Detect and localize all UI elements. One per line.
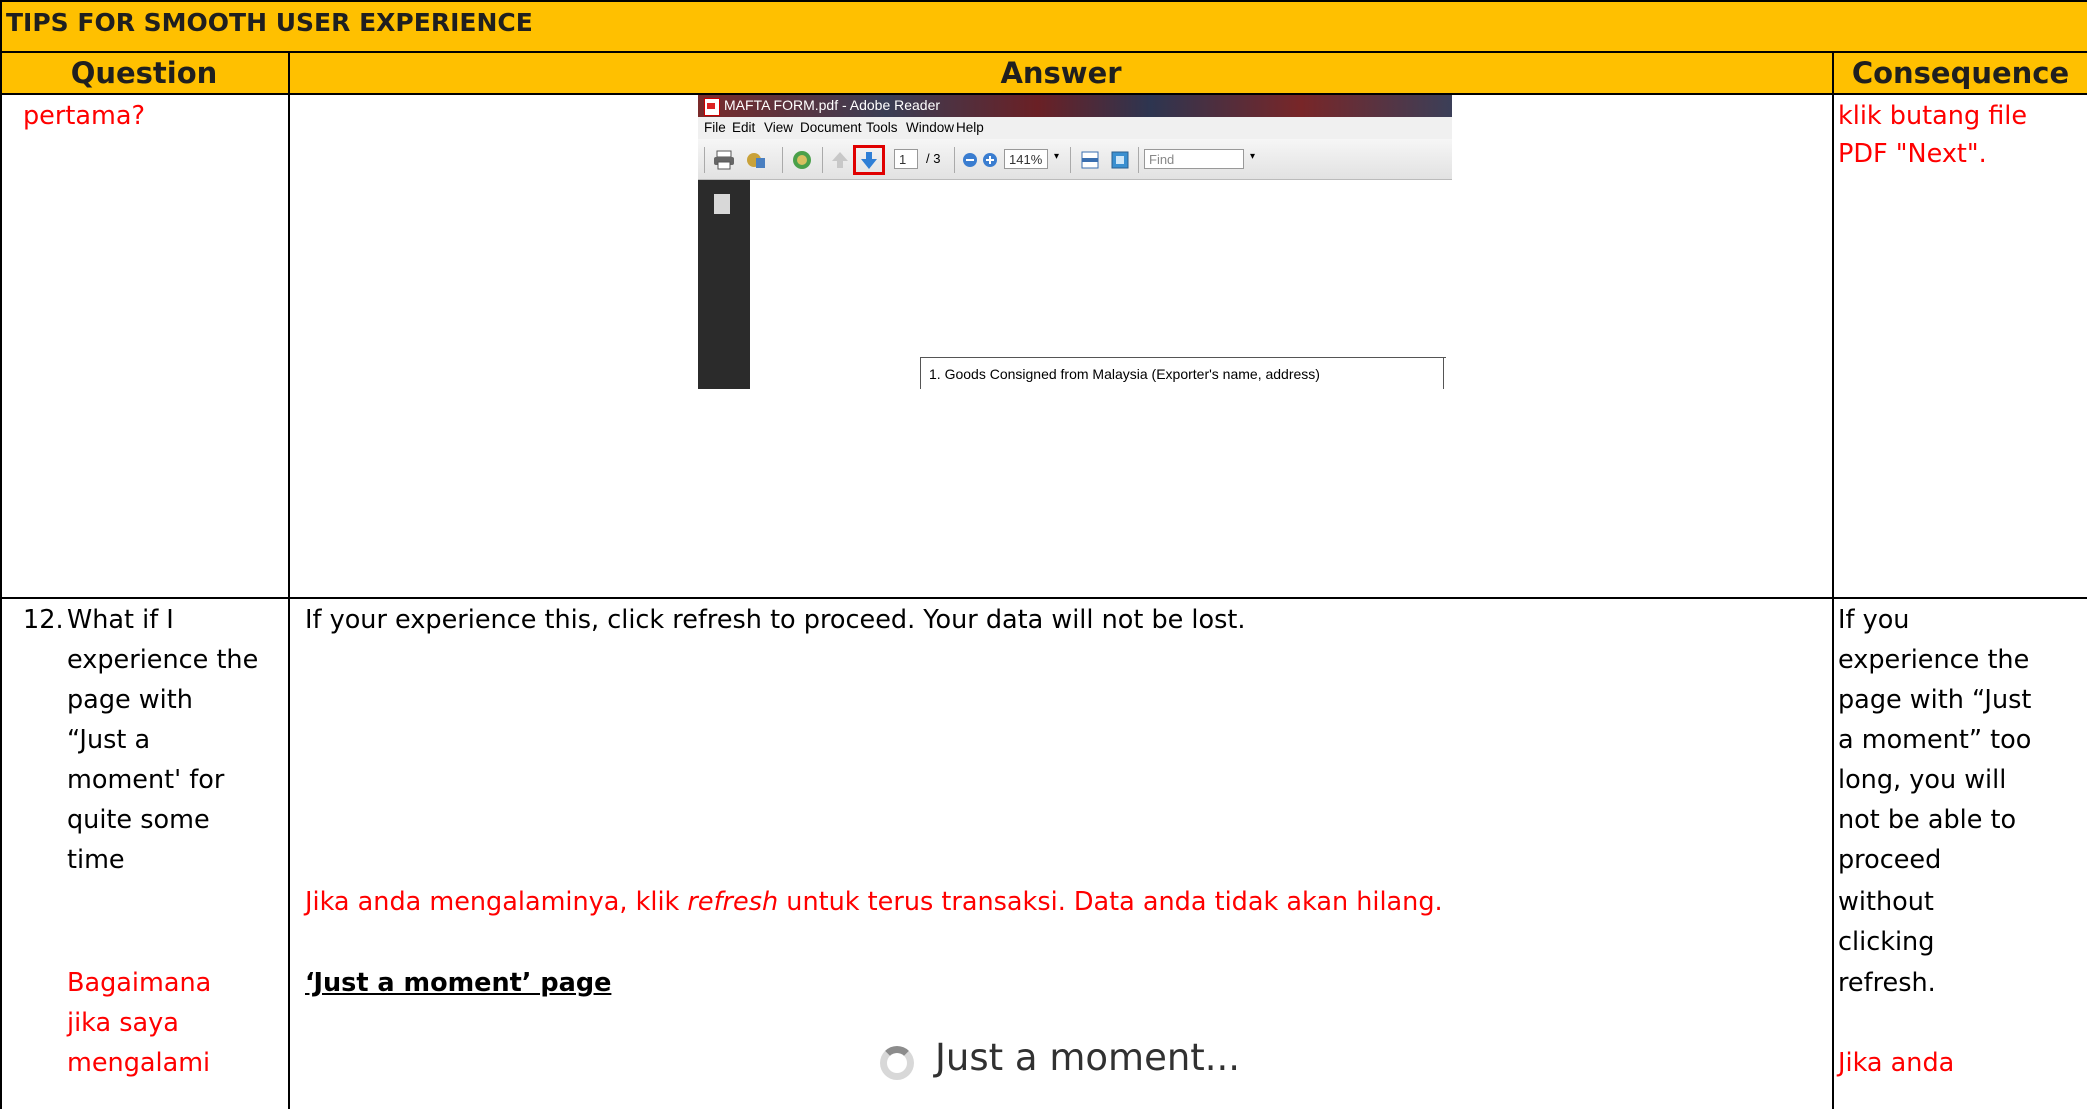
row12-answer-ms-post: untuk terus transaksi. Data anda tidak a… <box>778 887 1443 917</box>
just-a-moment-text: Just a moment... <box>935 1036 1241 1079</box>
table-border-left <box>0 0 2 1109</box>
row12-consequence-line-9: clicking <box>1838 927 1935 957</box>
row12-question-line-3: page with <box>67 685 193 715</box>
row12-answer-ms-italic: refresh <box>687 887 779 917</box>
col-divider-1 <box>288 51 290 1109</box>
reader-menu-window: Window <box>906 120 955 135</box>
tips-table: TIPS FOR SMOOTH USER EXPERIENCE Question… <box>0 0 2087 1109</box>
fit-width-icon[interactable] <box>1078 149 1102 171</box>
next-page-button[interactable] <box>857 149 881 171</box>
row12-number: 12. <box>23 605 64 635</box>
just-a-moment-heading: ‘Just a moment’ page <box>305 968 612 998</box>
row12-question-line-4: “Just a <box>67 725 151 755</box>
toolbar-separator <box>954 147 955 173</box>
banner-divider <box>0 51 2087 53</box>
previous-page-icon <box>832 152 848 168</box>
form-field-box: 1. Goods Consigned from Malaysia (Export… <box>920 357 1446 389</box>
reader-toolbar: 1 / 3 141% ▾ Find ▾ <box>698 139 1452 180</box>
row12-consequence-line-3: page with “Just <box>1838 685 2032 715</box>
zoom-in-icon[interactable] <box>978 149 1002 171</box>
review-icon <box>793 151 811 169</box>
row12-consequence-line-7: proceed <box>1838 845 1942 875</box>
reader-menu-tools: Tools <box>866 120 898 135</box>
collaborate-icon <box>747 153 765 168</box>
row12-question-line-6: quite some <box>67 805 210 835</box>
header-answer: Answer <box>1000 56 1122 90</box>
table-border-top <box>0 0 2087 2</box>
pdf-file-icon <box>704 98 720 116</box>
reader-titlebar: MAFTA FORM.pdf - Adobe Reader <box>698 95 1452 117</box>
prev-question-text: pertama? <box>23 101 145 131</box>
toolbar-separator <box>782 147 783 173</box>
form-field-label: 1. Goods Consigned from Malaysia (Export… <box>929 366 1320 382</box>
row12-answer-ms: Jika anda mengalaminya, klik refresh unt… <box>305 882 1443 922</box>
row12-question-line-2: experience the <box>67 645 259 675</box>
header-question: Question <box>70 56 218 90</box>
row12-consequence-line-4: a moment” too <box>1838 725 2032 755</box>
reader-menubar: File Edit View Document Tools Window Hel… <box>698 117 1452 139</box>
loading-spinner-icon <box>880 1046 914 1080</box>
row12-answer-en: If your experience this, click refresh t… <box>305 605 1246 635</box>
row-divider <box>0 597 2087 599</box>
toolbar-separator <box>1138 147 1139 173</box>
toolbar-separator <box>704 147 705 173</box>
reader-menu-edit: Edit <box>732 120 756 135</box>
row12-question-ms-line-3: mengalami <box>67 1048 211 1078</box>
reader-menu-help: Help <box>956 120 984 135</box>
zoom-level-select[interactable]: 141% <box>1004 149 1048 169</box>
prev-consequence-line-1: klik butang file <box>1838 101 2028 131</box>
reader-menu-file: File <box>704 120 726 135</box>
prev-consequence-line-2: PDF "Next". <box>1838 139 1987 169</box>
row12-consequence-ms-line: Jika anda <box>1838 1048 1955 1078</box>
form-field-right-border <box>1443 357 1444 389</box>
page-total-label: / 3 <box>926 151 941 166</box>
print-icon <box>714 150 734 170</box>
reader-window-title: MAFTA FORM.pdf - Adobe Reader <box>724 97 941 113</box>
reader-menu-document: Document <box>800 120 862 135</box>
header-consequence: Consequence <box>1851 56 2070 90</box>
row12-question-ms-line-2: jika saya <box>67 1008 179 1038</box>
zoom-dropdown-icon[interactable]: ▾ <box>1054 151 1059 162</box>
col-divider-2 <box>1832 51 1834 1109</box>
find-dropdown-icon[interactable]: ▾ <box>1250 151 1255 162</box>
row12-question-line-5: moment' for <box>67 765 225 795</box>
row12-consequence-line-5: long, you will <box>1838 765 2007 795</box>
fit-page-icon[interactable] <box>1108 149 1132 171</box>
page-number-input[interactable]: 1 <box>894 149 918 169</box>
row12-consequence-line-1: If you <box>1838 605 1910 635</box>
banner-title: TIPS FOR SMOOTH USER EXPERIENCE <box>6 8 533 37</box>
row12-consequence-line-10: refresh. <box>1838 968 1936 998</box>
pages-panel-icon[interactable] <box>714 194 730 214</box>
adobe-reader-screenshot: MAFTA FORM.pdf - Adobe Reader File Edit … <box>698 95 1452 389</box>
find-input[interactable]: Find <box>1144 149 1244 169</box>
toolbar-separator <box>1070 147 1071 173</box>
row12-consequence-line-6: not be able to <box>1838 805 2017 835</box>
row12-question-line-7: time <box>67 845 125 875</box>
row12-answer-ms-pre: Jika anda mengalaminya, klik <box>305 887 688 917</box>
row12-consequence-line-8: without <box>1838 887 1934 917</box>
toolbar-separator <box>822 147 823 173</box>
reader-navigation-pane <box>698 180 750 389</box>
row12-question-ms-line-1: Bagaimana <box>67 968 212 998</box>
row12-question-line-1: What if I <box>67 605 174 635</box>
reader-menu-view: View <box>764 120 794 135</box>
row12-consequence-line-2: experience the <box>1838 645 2030 675</box>
